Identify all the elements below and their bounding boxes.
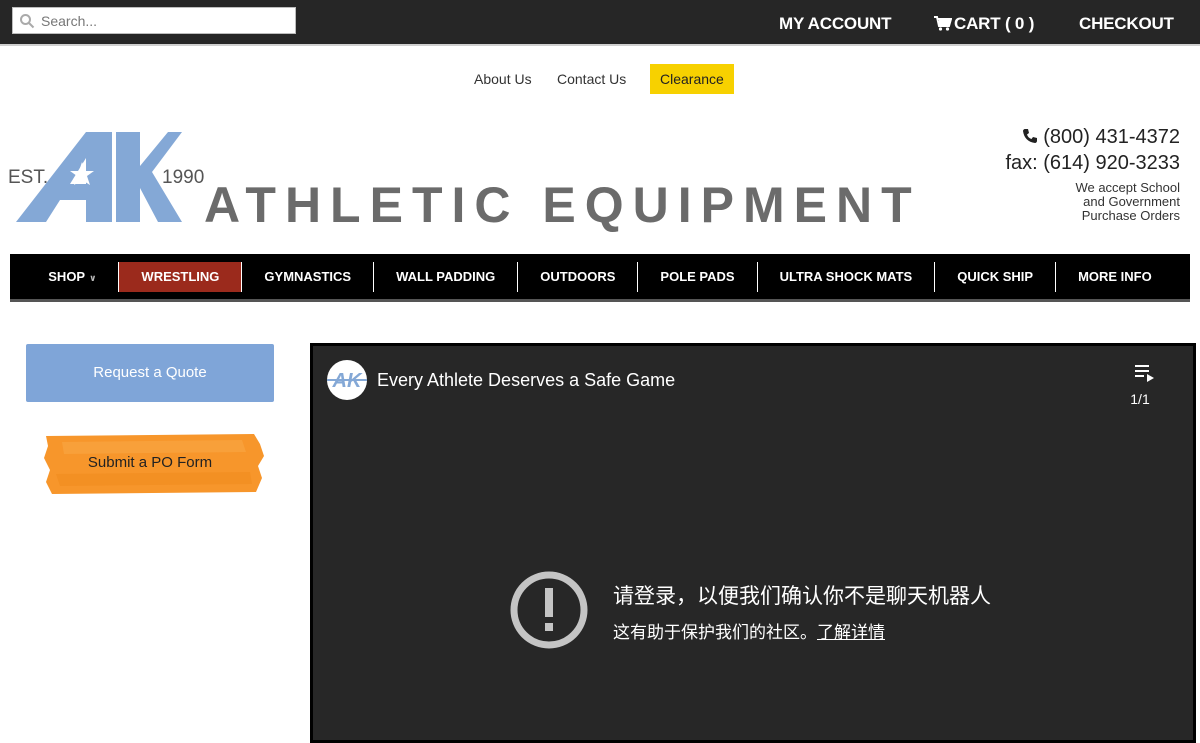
nav-wall-padding[interactable]: WALL PADDING [374, 261, 519, 292]
contact-info: (800) 431-4372 fax: (614) 920-3233 We ac… [1005, 124, 1180, 223]
nav-ultra-shock-mats[interactable]: ULTRA SHOCK MATS [758, 261, 936, 292]
sub-message-text: 这有助于保护我们的社区。 [613, 623, 817, 643]
nav-outdoors[interactable]: OUTDOORS [518, 261, 639, 292]
search-input[interactable] [41, 8, 291, 33]
brand-name: ATHLETIC EQUIPMENT [204, 177, 921, 233]
cart-icon [934, 16, 952, 31]
video-player[interactable]: AK Every Athlete Deserves a Safe Game 1/… [310, 343, 1196, 743]
po-accept-note: We accept School and Government Purchase… [1005, 181, 1180, 223]
alert-icon [510, 571, 588, 649]
my-account-link[interactable]: MY ACCOUNT [779, 14, 891, 34]
submit-po-form-button[interactable]: Submit a PO Form [42, 434, 258, 494]
search-box[interactable] [12, 7, 296, 34]
year-label: 1990 [162, 167, 205, 188]
nav-label: SHOP [48, 268, 86, 284]
video-title[interactable]: Every Athlete Deserves a Safe Game [377, 370, 675, 391]
phone-number[interactable]: (800) 431-4372 [1005, 124, 1180, 150]
nav-quick-ship[interactable]: QUICK SHIP [935, 261, 1057, 292]
playlist-count: 1/1 [1130, 391, 1150, 407]
fax-number: fax: (614) 920-3233 [1005, 152, 1180, 174]
cart-link[interactable]: CART ( 0 ) [934, 14, 1034, 34]
phone-icon [1022, 129, 1037, 143]
top-bar: MY ACCOUNT CART ( 0 ) CHECKOUT [0, 0, 1200, 46]
est-label: EST. [8, 167, 49, 188]
nav-wrestling[interactable]: WRESTLING [119, 261, 243, 292]
sign-in-message: 请登录，以便我们确认你不是聊天机器人 [613, 584, 991, 608]
phone-text: (800) 431-4372 [1043, 126, 1180, 148]
search-icon [20, 14, 35, 29]
po-accept-line: We accept School [1075, 180, 1180, 195]
about-us-link[interactable]: About Us [474, 64, 532, 94]
channel-avatar[interactable]: AK [327, 360, 367, 400]
checkout-link[interactable]: CHECKOUT [1079, 14, 1174, 34]
nav-more-info[interactable]: MORE INFO [1056, 262, 1174, 292]
nav-pole-pads[interactable]: POLE PADS [638, 261, 758, 292]
channel-badge-text: AK [332, 370, 363, 392]
clearance-link[interactable]: Clearance [650, 64, 734, 94]
request-quote-button[interactable]: Request a Quote [26, 344, 274, 402]
ak-logo-icon: AK [327, 370, 367, 392]
nav-shop[interactable]: SHOP ∨ [26, 261, 120, 292]
playlist-icon[interactable] [1135, 364, 1155, 382]
cart-label: CART ( 0 ) [954, 14, 1035, 33]
po-accept-line: and Government [1083, 194, 1180, 209]
chevron-down-icon: ∨ [89, 272, 97, 283]
po-accept-line: Purchase Orders [1081, 208, 1180, 223]
nav-gymnastics[interactable]: GYMNASTICS [242, 261, 375, 292]
sign-in-sub-message: 这有助于保护我们的社区。了解详情 [613, 618, 885, 643]
contact-us-link[interactable]: Contact Us [557, 64, 626, 94]
learn-more-link[interactable]: 了解详情 [817, 623, 885, 643]
main-nav: SHOP ∨ WRESTLING GYMNASTICS WALL PADDING … [10, 254, 1190, 302]
